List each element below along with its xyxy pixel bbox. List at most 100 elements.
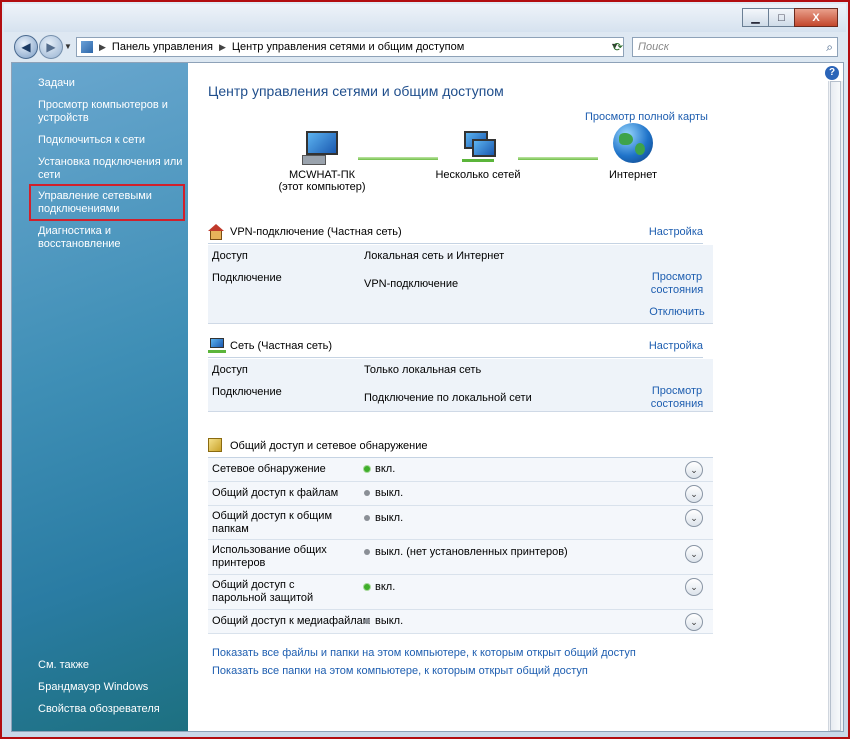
sharing-row-value: выкл. xyxy=(364,615,403,627)
sidebar-tasks-heading: Задачи xyxy=(38,77,75,89)
network-details: Доступ Только локальная сеть Подключение… xyxy=(208,359,713,412)
access-label: Доступ xyxy=(212,364,248,376)
sidebar-item-browser-properties[interactable]: Свойства обозревателя xyxy=(38,703,183,716)
window-frame: ▁ □ X ◀ ▶ ▼ ▶ Панель управления ▶ Центр … xyxy=(0,0,850,739)
sidebar-item-view-computers[interactable]: Просмотр компьютеров и устройств xyxy=(38,99,183,125)
address-bar[interactable]: ▶ Панель управления ▶ Центр управления с… xyxy=(76,37,624,57)
sidebar-item-firewall[interactable]: Брандмауэр Windows xyxy=(38,681,183,694)
sharing-row: Сетевое обнаружение вкл. ⌄ xyxy=(208,458,713,482)
vpn-disconnect-link[interactable]: Отключить xyxy=(644,306,710,319)
sidebar-item-diagnostics[interactable]: Диагностика и восстановление xyxy=(38,225,163,251)
vpn-connection-value: VPN-подключение xyxy=(364,278,459,290)
network-map: MCWHAT-ПК (этот компьютер) Несколько сет… xyxy=(188,123,843,213)
connection-line xyxy=(358,157,438,160)
control-panel-icon xyxy=(81,41,93,53)
network-connection-value: Подключение по локальной сети xyxy=(364,392,532,404)
house-icon xyxy=(208,224,224,240)
sharing-row-value: вкл. xyxy=(364,581,395,593)
navigation-bar: ◀ ▶ ▼ ▶ Панель управления ▶ Центр управл… xyxy=(4,32,846,62)
network-view-status-link[interactable]: Просмотр состояния xyxy=(644,385,710,411)
networks-label: Несколько сетей xyxy=(435,169,521,181)
network-settings-link[interactable]: Настройка xyxy=(649,340,703,352)
breadcrumb-network-center[interactable]: Центр управления сетями и общим доступом xyxy=(232,41,464,53)
vpn-title: VPN-подключение (Частная сеть) xyxy=(230,226,402,238)
connection-label: Подключение xyxy=(212,386,282,398)
vpn-details: Доступ Локальная сеть и Интернет Подключ… xyxy=(208,245,713,324)
page-title: Центр управления сетями и общим доступом xyxy=(208,83,504,99)
sidebar-item-setup-connection[interactable]: Установка подключения или сети xyxy=(38,156,183,182)
sharing-row: Общий доступ к общим папкам выкл. ⌄ xyxy=(208,506,713,540)
close-button[interactable]: X xyxy=(794,8,838,27)
minimize-button[interactable]: ▁ xyxy=(742,8,769,27)
expand-chevron-icon[interactable]: ⌄ xyxy=(685,613,703,631)
vpn-access-value: Локальная сеть и Интернет xyxy=(364,250,505,262)
back-arrow-icon: ◀ xyxy=(21,40,31,54)
multiple-networks-icon xyxy=(458,131,498,165)
sharing-row-value: вкл. xyxy=(364,463,395,475)
sharing-row: Общий доступ с парольной защитой вкл. ⌄ xyxy=(208,575,713,610)
sharing-row: Использование общих принтеров выкл. (нет… xyxy=(208,540,713,575)
refresh-button[interactable]: ⟳ xyxy=(608,37,628,57)
maximize-button[interactable]: □ xyxy=(768,8,795,27)
sharing-row: Общий доступ к файлам выкл. ⌄ xyxy=(208,482,713,506)
help-icon[interactable]: ? xyxy=(825,66,839,80)
expand-chevron-icon[interactable]: ⌄ xyxy=(685,578,703,596)
globe-icon xyxy=(613,123,653,163)
search-placeholder: Поиск xyxy=(638,41,669,53)
sharing-row-label: Общий доступ к медиафайлам xyxy=(212,615,371,627)
highlight-box xyxy=(29,184,185,221)
access-label: Доступ xyxy=(212,250,248,262)
search-icon[interactable]: ⌕ xyxy=(826,40,833,55)
title-bar: ▁ □ X xyxy=(4,4,846,32)
status-on-icon xyxy=(364,584,370,591)
internet-node[interactable]: Интернет xyxy=(593,123,673,181)
sharing-row-label: Использование общих принтеров xyxy=(212,544,327,569)
status-on-icon xyxy=(364,466,370,473)
vpn-section-header: VPN-подключение (Частная сеть) Настройка xyxy=(208,222,703,244)
see-also-heading: См. также xyxy=(38,659,89,671)
main-panel: ? Центр управления сетями и общим доступ… xyxy=(188,63,843,731)
full-map-link[interactable]: Просмотр полной карты xyxy=(585,111,708,123)
sharing-row-value: выкл. xyxy=(364,512,403,524)
forward-arrow-icon: ▶ xyxy=(46,40,56,54)
sharing-row-value: выкл. xyxy=(364,487,403,499)
back-button[interactable]: ◀ xyxy=(14,35,38,59)
network-icon xyxy=(208,338,226,354)
vpn-view-status-link[interactable]: Просмотр состояния xyxy=(644,271,710,297)
search-input[interactable]: Поиск ⌕ xyxy=(632,37,838,57)
network-title: Сеть (Частная сеть) xyxy=(230,340,333,352)
expand-chevron-icon[interactable]: ⌄ xyxy=(685,461,703,479)
content-area: Задачи Просмотр компьютеров и устройств … xyxy=(11,62,844,732)
networks-node[interactable]: Несколько сетей xyxy=(433,131,523,181)
sharing-row-label: Сетевое обнаружение xyxy=(212,463,326,475)
vpn-settings-link[interactable]: Настройка xyxy=(649,226,703,238)
connection-label: Подключение xyxy=(212,272,282,284)
sidebar-item-connect[interactable]: Подключиться к сети xyxy=(38,134,183,147)
computer-subtitle: (этот компьютер) xyxy=(278,181,366,193)
network-access-value: Только локальная сеть xyxy=(364,364,482,376)
computer-node[interactable]: MCWHAT-ПК (этот компьютер) xyxy=(268,131,376,193)
sharing-row-label: Общий доступ к общим папкам xyxy=(212,510,333,535)
expand-chevron-icon[interactable]: ⌄ xyxy=(685,485,703,503)
sharing-title: Общий доступ и сетевое обнаружение xyxy=(230,440,428,452)
sharing-row-label: Общий доступ к файлам xyxy=(212,487,339,499)
sharing-row-label: Общий доступ с парольной защитой xyxy=(212,579,314,604)
computer-icon xyxy=(302,131,342,165)
history-dropdown-icon[interactable]: ▼ xyxy=(64,42,72,51)
sharing-row: Общий доступ к медиафайлам выкл. ⌄ xyxy=(208,610,713,634)
expand-chevron-icon[interactable]: ⌄ xyxy=(685,545,703,563)
show-shared-folders-link[interactable]: Показать все папки на этом компьютере, к… xyxy=(212,665,588,677)
sidebar: Задачи Просмотр компьютеров и устройств … xyxy=(12,63,188,731)
connection-line xyxy=(518,157,598,160)
sharing-row-value: выкл. (нет установленных принтеров) xyxy=(364,546,568,558)
status-off-icon xyxy=(364,490,370,497)
computer-name: MCWHAT-ПК xyxy=(288,169,356,181)
forward-button[interactable]: ▶ xyxy=(39,35,63,59)
breadcrumb-separator-icon: ▶ xyxy=(99,41,106,52)
breadcrumb-control-panel[interactable]: Панель управления xyxy=(112,41,213,53)
show-shared-files-link[interactable]: Показать все файлы и папки на этом компь… xyxy=(212,647,636,659)
refresh-icon: ⟳ xyxy=(612,40,624,54)
sharing-section-header: Общий доступ и сетевое обнаружение xyxy=(208,436,713,458)
sharing-icon xyxy=(208,438,222,452)
expand-chevron-icon[interactable]: ⌄ xyxy=(685,509,703,527)
